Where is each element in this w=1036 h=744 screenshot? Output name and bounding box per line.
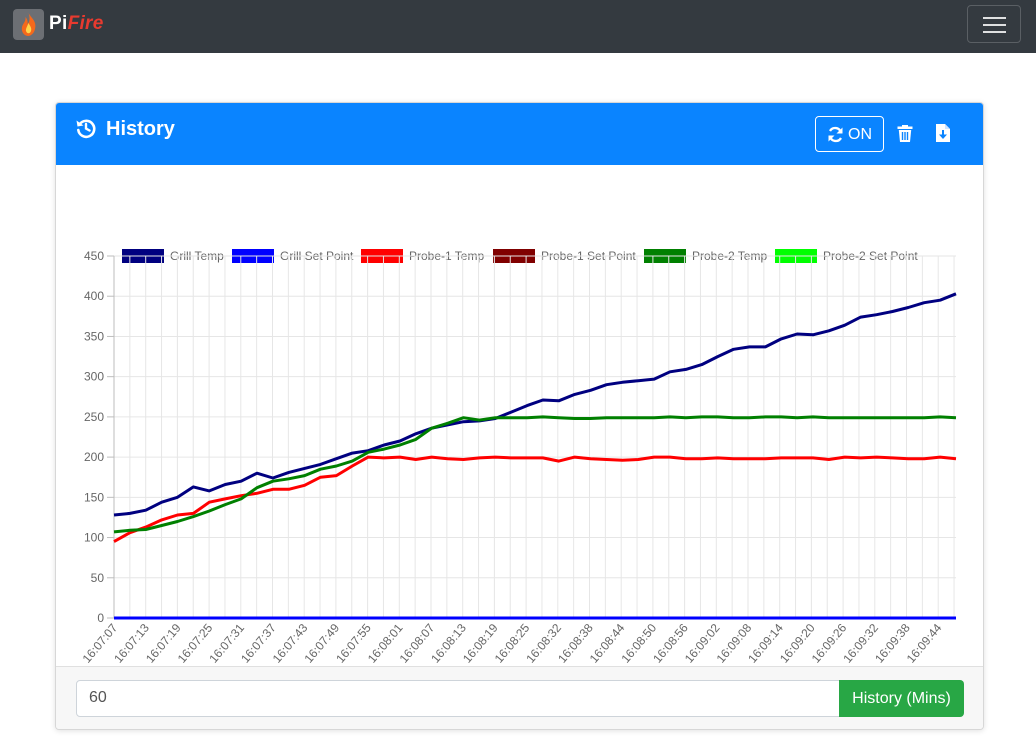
y-axis-ticks: 0 50 100 150 200 250 300 350 400 450	[84, 249, 104, 625]
history-mins-button[interactable]: History (Mins)	[839, 680, 964, 717]
card-title: History	[106, 118, 175, 140]
brand-pi: Pi	[49, 13, 68, 34]
history-line-chart: Grill Temp Grill Set Point Probe-1 Temp Pro…	[80, 249, 957, 666]
hamburger-menu-icon[interactable]	[967, 5, 1021, 43]
navbar: PiFire	[0, 0, 1036, 53]
brand-fire: Fire	[67, 13, 104, 34]
auto-refresh-button[interactable]: ON	[815, 116, 884, 152]
refresh-icon	[828, 126, 843, 143]
history-icon	[76, 119, 96, 139]
y-tick-label: 0	[97, 611, 104, 625]
y-tick-label: 200	[84, 450, 104, 464]
y-tick-label: 50	[91, 571, 105, 585]
flame-icon[interactable]	[13, 9, 44, 40]
y-tick-label: 250	[84, 410, 104, 424]
y-tick-label: 100	[84, 531, 104, 545]
download-file-icon[interactable]	[936, 124, 950, 142]
auto-refresh-label: ON	[848, 126, 872, 143]
y-tick-label: 450	[84, 249, 104, 263]
chart-grid	[107, 255, 956, 619]
trash-icon[interactable]	[897, 125, 913, 142]
history-card: History ON Grill Temp Grill Set Point Pr…	[55, 102, 984, 730]
x-axis-ticks: 16:07:0716:07:1316:07:1916:07:2516:07:31…	[80, 621, 945, 666]
card-header: History ON	[56, 103, 983, 165]
y-tick-label: 300	[84, 370, 104, 384]
card-footer: 60 History (Mins)	[56, 666, 983, 729]
brand-logo-text[interactable]: PiFire	[49, 13, 104, 35]
y-tick-label: 350	[84, 329, 104, 343]
y-tick-label: 400	[84, 289, 104, 303]
x-tick-label: 16:09:44	[904, 621, 945, 666]
y-tick-label: 150	[84, 490, 104, 504]
history-minutes-input[interactable]: 60	[76, 680, 840, 717]
